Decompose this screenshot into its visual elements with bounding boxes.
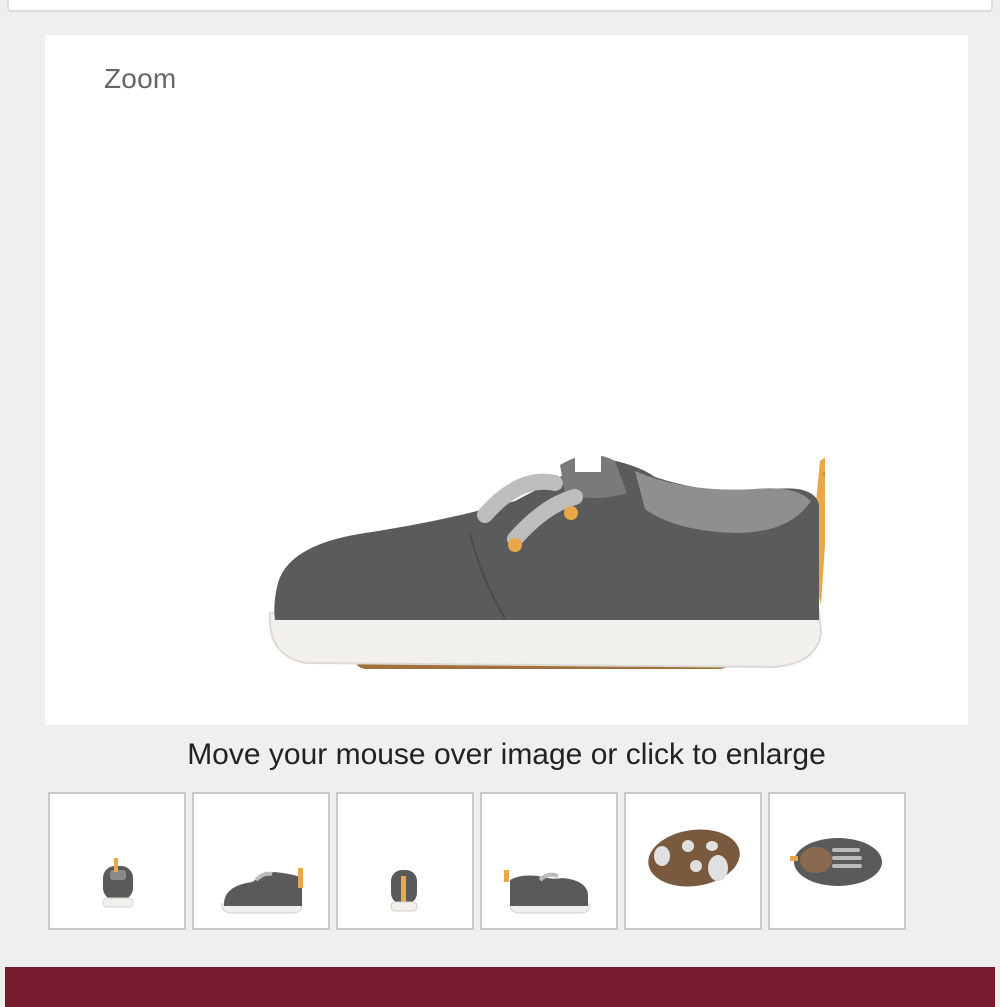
shoe-side-view-image (268, 452, 825, 669)
shoe-back-thumb (390, 870, 418, 912)
shoe-sole-thumb (648, 829, 740, 887)
bottom-accent-bar (5, 967, 995, 1007)
shoe-front-thumb (102, 858, 134, 908)
shoe-top-thumb (790, 838, 882, 886)
enlarge-hint: Move your mouse over image or click to e… (187, 738, 826, 771)
thumbnail-outer-side[interactable] (192, 792, 330, 930)
shoe-outer-side-thumb (221, 868, 303, 914)
thumbnail-inner-side[interactable] (480, 792, 618, 930)
thumbnail-front[interactable] (48, 792, 186, 930)
thumbnail-top[interactable] (768, 792, 906, 930)
shoe-inner-side-thumb (504, 870, 591, 914)
main-product-image[interactable]: Zoom (45, 35, 968, 725)
thumbnail-sole[interactable] (624, 792, 762, 930)
zoom-label: Zoom (104, 63, 177, 94)
top-bar (7, 0, 993, 12)
thumbnail-back[interactable] (336, 792, 474, 930)
